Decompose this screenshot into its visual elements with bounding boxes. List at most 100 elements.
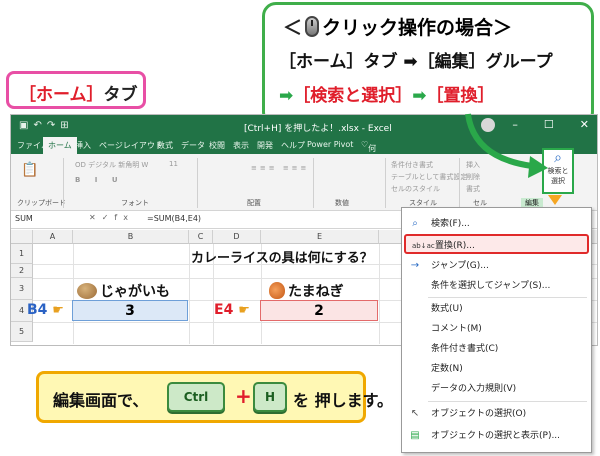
formula-input[interactable]: =SUM(B4,E4) — [147, 214, 201, 223]
e4-reference: E4 ☛ — [214, 302, 250, 318]
format-as-table-button[interactable]: テーブルとして書式設定 — [391, 172, 467, 182]
item-onion-label: たまねぎ — [288, 284, 344, 300]
menu-divider — [428, 401, 587, 402]
shortcut-text-1: 編集画面で、 — [53, 391, 149, 410]
quick-access-toolbar[interactable]: ▣↶↷⊞ — [19, 120, 74, 131]
tab-page-layout[interactable]: ページレイアウト — [99, 140, 163, 151]
item-potato-label: じゃがいも — [100, 284, 170, 300]
tell-me-input[interactable]: ♡ 何をしますか — [361, 140, 376, 208]
callout-step2: ➡［検索と選択］➡［置換］ — [279, 81, 495, 106]
column-header-b[interactable]: B — [73, 230, 189, 244]
selection-pane-icon: ▤ — [410, 430, 420, 441]
tab-help[interactable]: ヘルプ — [281, 140, 305, 151]
replace-icon: ab↓ac — [412, 242, 435, 250]
close-button[interactable]: ✕ — [580, 118, 589, 131]
menu-item-label: 数式(U) — [431, 304, 463, 314]
h-key: H — [253, 382, 287, 412]
column-header-d[interactable]: D — [213, 230, 261, 244]
ctrl-key: Ctrl — [167, 382, 225, 412]
menu-item-label: オブジェクトの選択(O) — [431, 409, 527, 419]
align-icons[interactable]: ≡≡≡ ≡≡≡ — [251, 164, 309, 172]
paste-icon[interactable]: 📋 — [21, 162, 38, 178]
menu-item-label: 条件付き書式(C) — [431, 344, 499, 354]
ribbon-divider — [63, 158, 64, 208]
sheet-question: カレーライスの具は何にする？ — [191, 251, 373, 266]
menu-item-label: 定数(N) — [431, 364, 463, 374]
menu-item-comments[interactable]: コメント(M) — [402, 319, 591, 339]
b4-reference: B4 ☛ — [27, 302, 64, 318]
grid-line — [73, 244, 74, 344]
tab-view[interactable]: 表示 — [233, 140, 249, 151]
menu-item-selection-pane[interactable]: ▤ オブジェクトの選択と表示(P)... — [402, 426, 591, 446]
tab-home[interactable]: ホーム — [43, 137, 77, 154]
menu-item-find[interactable]: ⌕ 検索(F)... — [402, 214, 591, 234]
menu-item-select-objects[interactable]: ↖ オブジェクトの選択(O) — [402, 404, 591, 424]
select-all[interactable] — [11, 230, 33, 244]
column-header-c[interactable]: C — [189, 230, 213, 244]
row-header-5[interactable]: 5 — [11, 322, 33, 342]
column-header-a[interactable]: A — [33, 230, 73, 244]
shortcut-text-2: を 押します。 — [293, 391, 393, 410]
column-header-e[interactable]: E — [261, 230, 379, 244]
green-arrow — [465, 113, 548, 178]
menu-item-goto[interactable]: → ジャンプ(G)... — [402, 256, 591, 276]
menu-item-label: コメント(M) — [431, 324, 482, 334]
menu-item-label: ジャンプ(G)... — [431, 261, 489, 271]
row-header-3[interactable]: 3 — [11, 278, 33, 300]
bold-italic-underline-icons[interactable]: B I U — [75, 176, 124, 184]
cancel-icon[interactable]: ✕ — [89, 213, 102, 222]
tab-review[interactable]: 校閲 — [209, 140, 225, 151]
menu-item-constants[interactable]: 定数(N) — [402, 359, 591, 379]
cell-styles-button[interactable]: セルのスタイル — [391, 184, 440, 194]
conditional-format-button[interactable]: 条件付き書式 — [391, 160, 433, 170]
window-title: [Ctrl+H] を押したよ！.xlsx - Excel — [244, 124, 392, 134]
font-name-box[interactable]: OD デジタル 新角明 W — [75, 160, 148, 170]
item-potato: じゃがいも — [77, 281, 170, 301]
menu-item-formulas[interactable]: 数式(U) — [402, 299, 591, 319]
b4-label: B4 — [27, 302, 48, 318]
menu-item-conditional-format[interactable]: 条件付き書式(C) — [402, 339, 591, 359]
group-number: 数値 — [335, 199, 349, 207]
plus-sign: + — [235, 384, 252, 408]
menu-item-label: 置換(R)... — [435, 241, 475, 251]
tab-data[interactable]: データ — [181, 140, 205, 151]
tab-developer[interactable]: 開発 — [257, 140, 273, 151]
callout-step1: ［ホーム］タブ ➡［編集］グループ — [279, 52, 553, 72]
formula-bar-buttons: ✕✓fx — [89, 213, 134, 222]
font-size-box[interactable]: 11 — [169, 160, 178, 168]
potato-icon — [77, 283, 97, 299]
row-header-2[interactable]: 2 — [11, 264, 33, 278]
tab-insert[interactable]: 挿入 — [75, 140, 91, 151]
group-font: フォント — [121, 199, 149, 207]
callout-title-text: クリック操作の場合＞ — [322, 17, 513, 39]
tab-power-pivot[interactable]: Power Pivot — [307, 140, 353, 149]
function-icon[interactable]: fx — [114, 213, 134, 222]
enter-icon[interactable]: ✓ — [102, 213, 115, 222]
arrow-icon: ➡ — [279, 86, 294, 106]
mouse-icon — [305, 16, 320, 37]
ribbon-divider — [385, 158, 386, 208]
cell-b4[interactable]: 3 — [72, 300, 188, 321]
tab-label: タブ — [103, 85, 138, 105]
menu-divider — [428, 297, 587, 298]
menu-item-replace[interactable]: ab↓ac 置換(R)... — [404, 234, 589, 254]
menu-item-label: 検索(F)... — [431, 219, 470, 229]
tab-formulas[interactable]: 数式 — [157, 140, 173, 151]
select-object-icon: ↖ — [410, 408, 420, 419]
ribbon-divider — [313, 158, 314, 208]
pointing-hand-icon: ☛ — [238, 303, 250, 318]
home-label: ホーム — [36, 85, 87, 105]
click-operation-callout: ＜クリック操作の場合＞ ［ホーム］タブ ➡［編集］グループ ➡［検索と選択］➡［… — [262, 2, 594, 126]
find-select-menu: ⌕ 検索(F)... ab↓ac 置換(R)... → ジャンプ(G)... 条件を選… — [401, 207, 592, 453]
cell-e4[interactable]: 2 — [260, 300, 378, 321]
menu-item-data-validation[interactable]: データの入力規則(V) — [402, 379, 591, 399]
grid-line — [379, 244, 380, 344]
menu-item-label: データの入力規則(V) — [431, 384, 517, 394]
item-onion: たまねぎ — [269, 281, 344, 301]
bracket: ［ — [19, 85, 36, 105]
menu-item-goto-special[interactable]: 条件を選択してジャンプ(S)... — [402, 276, 591, 296]
row-header-1[interactable]: 1 — [11, 244, 33, 264]
name-box[interactable]: SUM — [15, 214, 69, 223]
search-select-label: ［検索と選択］ — [293, 86, 413, 106]
callout-title: ＜ クリック操作の場合＞ — [283, 13, 512, 40]
